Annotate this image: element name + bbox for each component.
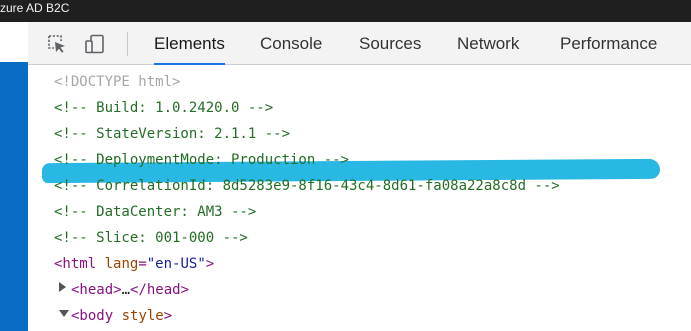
toolbar-separator [127,32,128,56]
body-tag-close: > [163,308,173,324]
body-tag-open: <body [71,308,114,324]
body-attr-name: style [113,308,164,324]
tab-console-label: Console [260,34,323,53]
doctype-node[interactable]: <!DOCTYPE html> [54,69,180,95]
html-attr-name: lang [96,256,139,272]
collapse-body-icon[interactable] [59,310,69,317]
tab-performance-label: Performance [560,34,658,53]
tab-performance[interactable]: Performance [560,22,657,64]
comment-build[interactable]: <!-- Build: 1.0.2420.0 --> [54,95,273,121]
tab-console[interactable]: Console [260,22,322,64]
comment-slice[interactable]: <!-- Slice: 001-000 --> [54,225,248,251]
page-content-header-edge [0,22,28,62]
expand-head-icon[interactable] [59,282,66,292]
browser-title-bar: zure AD B2C [0,0,691,22]
inspect-element-icon[interactable] [46,33,68,55]
html-attr-eq: = [138,256,147,272]
dom-tree: <!DOCTYPE html> <!-- Build: 1.0.2420.0 -… [28,65,691,331]
devtools-panel: Elements Console Sources Network Perform… [28,22,691,331]
comment-deployment-mode[interactable]: <!-- DeploymentMode: Production --> [54,147,349,173]
comment-data-center[interactable]: <!-- DataCenter: AM3 --> [54,199,256,225]
comment-correlation-id[interactable]: <!-- CorrelationId: 8d5283e9-8f16-43c4-8… [54,173,560,199]
head-ellipsis: … [121,282,131,298]
devtools-toolbar: Elements Console Sources Network Perform… [28,22,691,65]
tab-sources[interactable]: Sources [359,22,421,64]
html-tag-open: <html [54,256,97,272]
window-title: zure AD B2C [0,1,70,15]
html-tag-close: > [205,256,215,272]
tab-elements[interactable]: Elements [154,22,225,65]
head-node[interactable]: <head>…</head> [71,277,189,303]
device-toolbar-icon[interactable] [84,33,106,55]
screenshot: zure AD B2C Elements Console Sources Net… [0,0,691,331]
body-node[interactable]: <body style> [71,303,172,329]
tab-network-label: Network [457,34,520,53]
tab-elements-label: Elements [154,34,225,53]
html-node[interactable]: <html lang="en-US"> [54,251,214,277]
head-tag-open: <head> [71,282,122,298]
tab-network[interactable]: Network [457,22,519,64]
head-tag-close: </head> [130,282,190,298]
comment-state-version[interactable]: <!-- StateVersion: 2.1.1 --> [54,121,290,147]
tab-sources-label: Sources [359,34,422,53]
page-content-edge [0,22,28,331]
html-attr-value: "en-US" [146,256,206,272]
